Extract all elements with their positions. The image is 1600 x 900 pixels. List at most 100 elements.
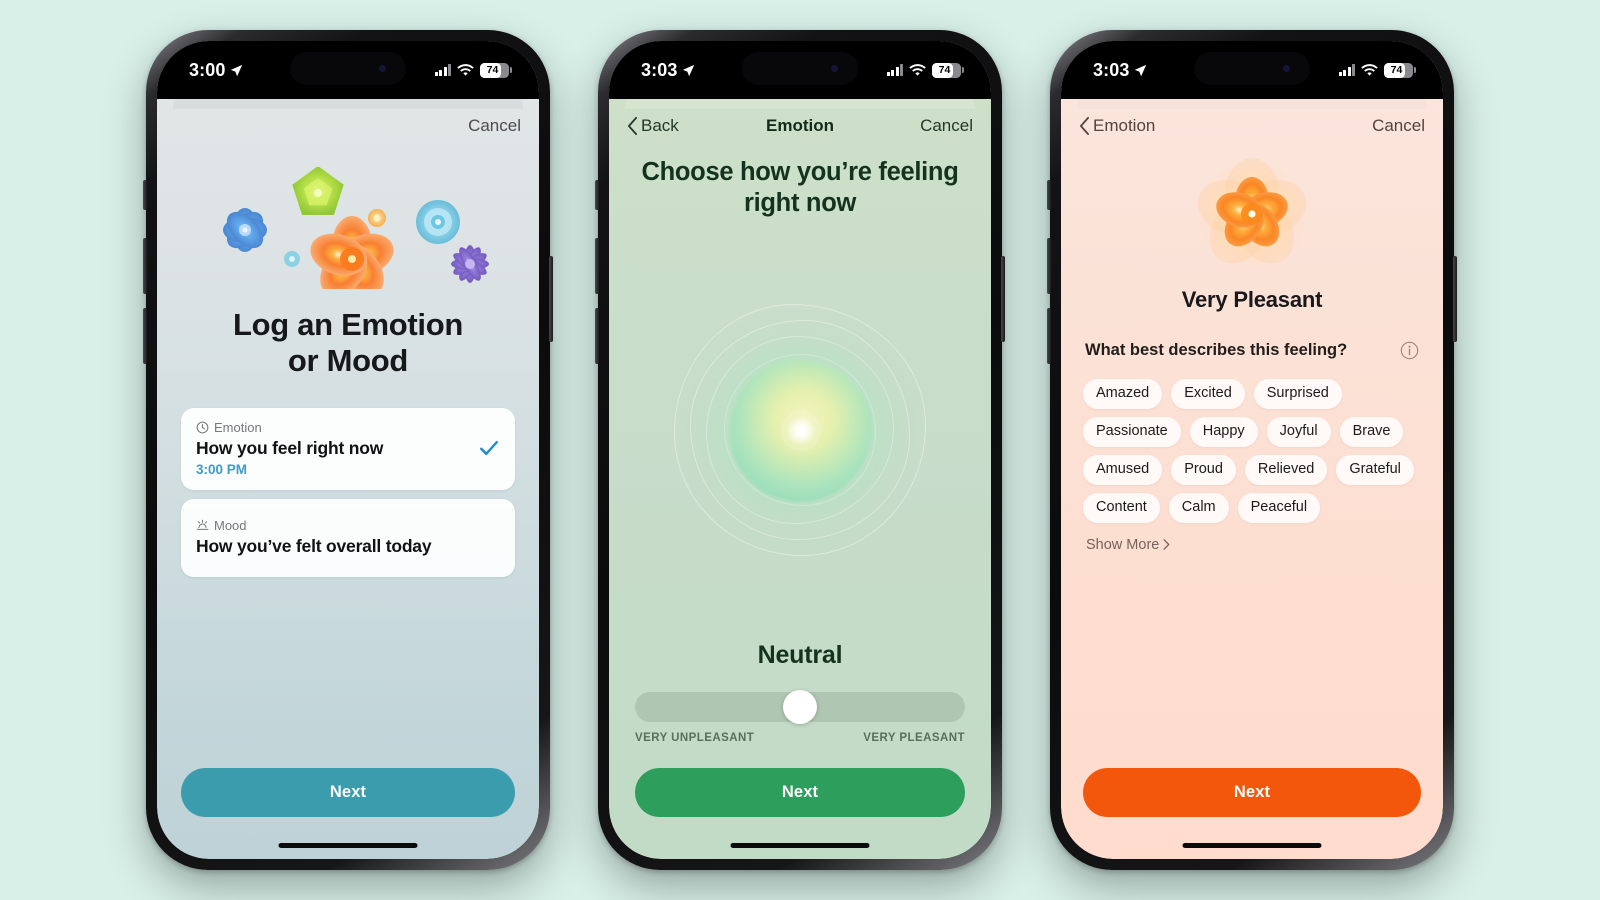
chip-excited[interactable]: Excited (1171, 379, 1245, 409)
silent-switch-3[interactable] (1047, 180, 1051, 210)
next-button-1[interactable]: Next (181, 768, 515, 817)
page-headline-2: Choose how you’re feeling right now (609, 153, 991, 218)
status-time-group-2: 3:03 (641, 60, 695, 81)
battery-icon-2: 74 (932, 62, 964, 78)
show-more-button[interactable]: Show More (1086, 537, 1423, 553)
next-button-2[interactable]: Next (635, 768, 965, 817)
info-circle-icon[interactable] (1400, 341, 1419, 360)
page-title-line-2: or Mood (287, 343, 409, 379)
home-indicator-3[interactable] (1182, 842, 1322, 848)
page-headline-line-2: right now (743, 188, 857, 217)
back-button-label-3: Emotion (1093, 116, 1156, 135)
mood-orb-area (609, 218, 991, 641)
location-arrow-icon-3 (1135, 64, 1147, 76)
wifi-icon-3 (1361, 63, 1378, 76)
flower-cyan (416, 200, 460, 244)
cancel-button-2[interactable]: Cancel (895, 116, 973, 136)
sunrise-icon (196, 519, 209, 530)
valence-slider-labels: VERY UNPLEASANT VERY PLEASANT (635, 732, 965, 744)
chip-relieved[interactable]: Relieved (1244, 454, 1328, 485)
volume-up-button[interactable] (143, 238, 147, 294)
phone-2: 3:03 74 Back Emotion Cancel Choose how y… (595, 30, 1005, 870)
navbar-title-2: Emotion (766, 116, 834, 135)
wifi-icon-2 (909, 63, 926, 76)
cancel-button-1[interactable]: Cancel (443, 116, 521, 136)
volume-down-button-3[interactable] (1047, 308, 1051, 364)
option-emotion-title: How you feel right now (196, 437, 384, 458)
option-mood-title: How you’ve felt overall today (196, 535, 432, 556)
power-button-3[interactable] (1453, 256, 1457, 342)
option-mood[interactable]: Mood How you’ve felt overall today (181, 498, 515, 577)
flower-amber-small (368, 209, 386, 227)
option-mood-text: Mood How you’ve felt overall today (196, 518, 500, 557)
sheet-1: Cancel Log an Emotion or Mood Emotion Ho… (157, 99, 539, 859)
clock-icon (196, 421, 209, 433)
mood-orb (674, 303, 926, 556)
screenshot-stage: 3:00 74 Cancel Log an Emotion or Mood Em… (0, 0, 1600, 900)
status-time-group-3: 3:03 (1093, 60, 1147, 81)
volume-down-button-2[interactable] (595, 308, 599, 364)
flower-cyan-small (284, 251, 300, 267)
back-button-label-2: Back (641, 116, 679, 135)
dynamic-island-2 (742, 52, 858, 85)
next-button-3[interactable]: Next (1083, 768, 1421, 817)
mood-value-label-3: Very Pleasant (1181, 287, 1323, 312)
volume-down-button[interactable] (143, 308, 147, 364)
phone-3-display: 3:03 74 Emotion Cancel Very Pleasant Wha… (1061, 41, 1443, 859)
chip-peaceful[interactable]: Peaceful (1237, 492, 1321, 523)
cancel-button-3[interactable]: Cancel (1347, 116, 1425, 136)
chip-content[interactable]: Content (1083, 492, 1160, 523)
home-indicator-2[interactable] (730, 842, 870, 848)
valence-slider[interactable] (635, 690, 965, 724)
phone-3: 3:03 74 Emotion Cancel Very Pleasant Wha… (1047, 30, 1457, 870)
power-button-2[interactable] (1001, 256, 1005, 342)
chip-amazed[interactable]: Amazed (1083, 379, 1163, 409)
cellular-bars-icon-3 (1338, 64, 1355, 76)
log-type-options: Emotion How you feel right now 3:00 PM M… (181, 407, 515, 577)
status-indicators: 74 (434, 62, 512, 78)
option-emotion-text: Emotion How you feel right now 3:00 PM (196, 420, 478, 477)
screen-log-emotion: 3:00 74 Cancel Log an Emotion or Mood Em… (157, 41, 539, 859)
screen-describe-feeling: 3:03 74 Emotion Cancel Very Pleasant Wha… (1061, 41, 1443, 859)
checkmark-icon (480, 440, 498, 456)
chip-happy[interactable]: Happy (1189, 416, 1258, 447)
chip-grateful[interactable]: Grateful (1336, 454, 1414, 485)
flower-cluster-illustration (181, 167, 515, 289)
chip-brave[interactable]: Brave (1339, 416, 1404, 447)
slider-min-label: VERY UNPLEASANT (635, 732, 755, 744)
sheet-3: Emotion Cancel Very Pleasant What best d… (1061, 99, 1443, 859)
show-more-label: Show More (1086, 536, 1160, 553)
dynamic-island (290, 52, 406, 85)
sheet-2: Back Emotion Cancel Choose how you’re fe… (609, 99, 991, 859)
volume-up-button-3[interactable] (1047, 238, 1051, 294)
dynamic-island-3 (1194, 52, 1310, 85)
option-emotion[interactable]: Emotion How you feel right now 3:00 PM (181, 407, 515, 490)
feeling-chip-list: Amazed Excited Surprised Passionate Happ… (1081, 379, 1423, 523)
valence-slider-thumb[interactable] (783, 690, 817, 724)
chip-joyful[interactable]: Joyful (1266, 416, 1331, 447)
silent-switch[interactable] (143, 180, 147, 210)
status-indicators-3: 74 (1338, 62, 1416, 78)
chip-amused[interactable]: Amused (1083, 454, 1163, 485)
option-emotion-kicker-label: Emotion (214, 419, 262, 435)
chevron-right-icon (1163, 539, 1170, 551)
front-camera-dot-2 (830, 65, 838, 72)
flower-blue (223, 208, 267, 252)
home-indicator-1[interactable] (278, 842, 418, 848)
valence-slider-area: VERY UNPLEASANT VERY PLEASANT (609, 690, 991, 744)
status-time-group: 3:00 (189, 60, 243, 81)
chevron-left-icon (628, 117, 637, 135)
battery-percent-2: 74 (938, 63, 951, 76)
page-headline-line-1: Choose how you’re feeling (641, 158, 959, 186)
option-mood-kicker: Mood (196, 518, 500, 533)
back-button-2[interactable]: Back (627, 116, 705, 136)
wifi-icon (457, 63, 474, 76)
power-button[interactable] (549, 256, 553, 342)
silent-switch-2[interactable] (595, 180, 599, 210)
chip-calm[interactable]: Calm (1168, 492, 1229, 523)
chip-proud[interactable]: Proud (1171, 454, 1236, 485)
volume-up-button-2[interactable] (595, 238, 599, 294)
chip-surprised[interactable]: Surprised (1253, 379, 1342, 409)
back-button-3[interactable]: Emotion (1079, 116, 1157, 136)
chip-passionate[interactable]: Passionate (1083, 416, 1181, 447)
